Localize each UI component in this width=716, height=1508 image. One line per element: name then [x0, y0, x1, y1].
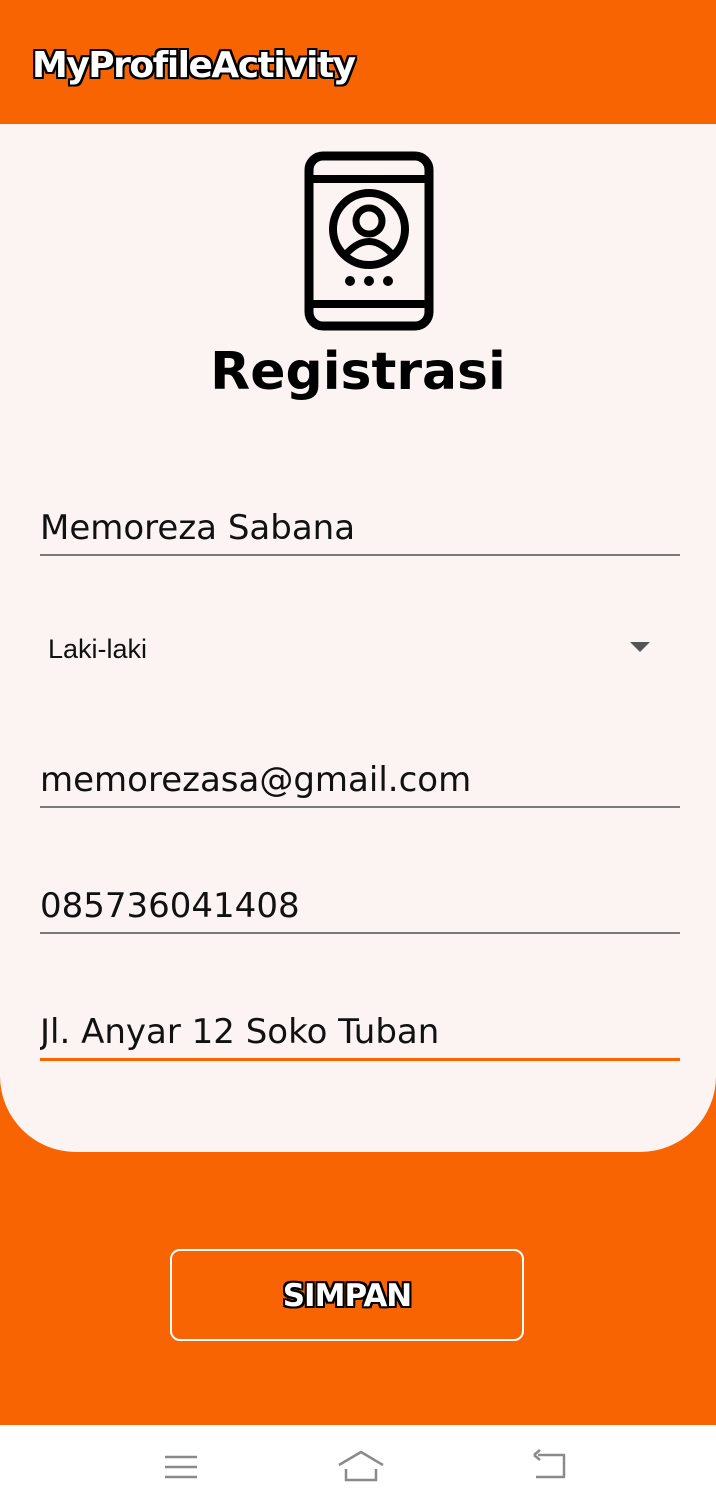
name-input[interactable] — [40, 502, 680, 554]
dropdown-arrow-icon — [630, 642, 650, 652]
home-icon[interactable] — [336, 1447, 386, 1487]
menu-icon[interactable] — [161, 1447, 201, 1487]
system-nav-bar — [0, 1425, 716, 1508]
name-field[interactable] — [40, 502, 680, 556]
page-title: Registrasi — [210, 342, 506, 402]
phone-profile-icon — [304, 151, 434, 331]
email-field[interactable] — [40, 754, 680, 808]
phone-input[interactable] — [40, 880, 680, 932]
back-icon[interactable] — [530, 1447, 570, 1487]
app-bar: MyProfileActivity — [0, 0, 716, 124]
address-field[interactable] — [40, 1006, 680, 1061]
address-input[interactable] — [40, 1006, 680, 1058]
save-button-label: SIMPAN — [282, 1278, 413, 1314]
save-button[interactable]: SIMPAN — [170, 1249, 524, 1341]
gender-select-value: Laki-laki — [48, 634, 148, 664]
email-input[interactable] — [40, 754, 680, 806]
gender-select[interactable]: Laki-laki — [40, 620, 680, 680]
phone-field[interactable] — [40, 880, 680, 934]
app-title: MyProfileActivity — [32, 45, 356, 86]
